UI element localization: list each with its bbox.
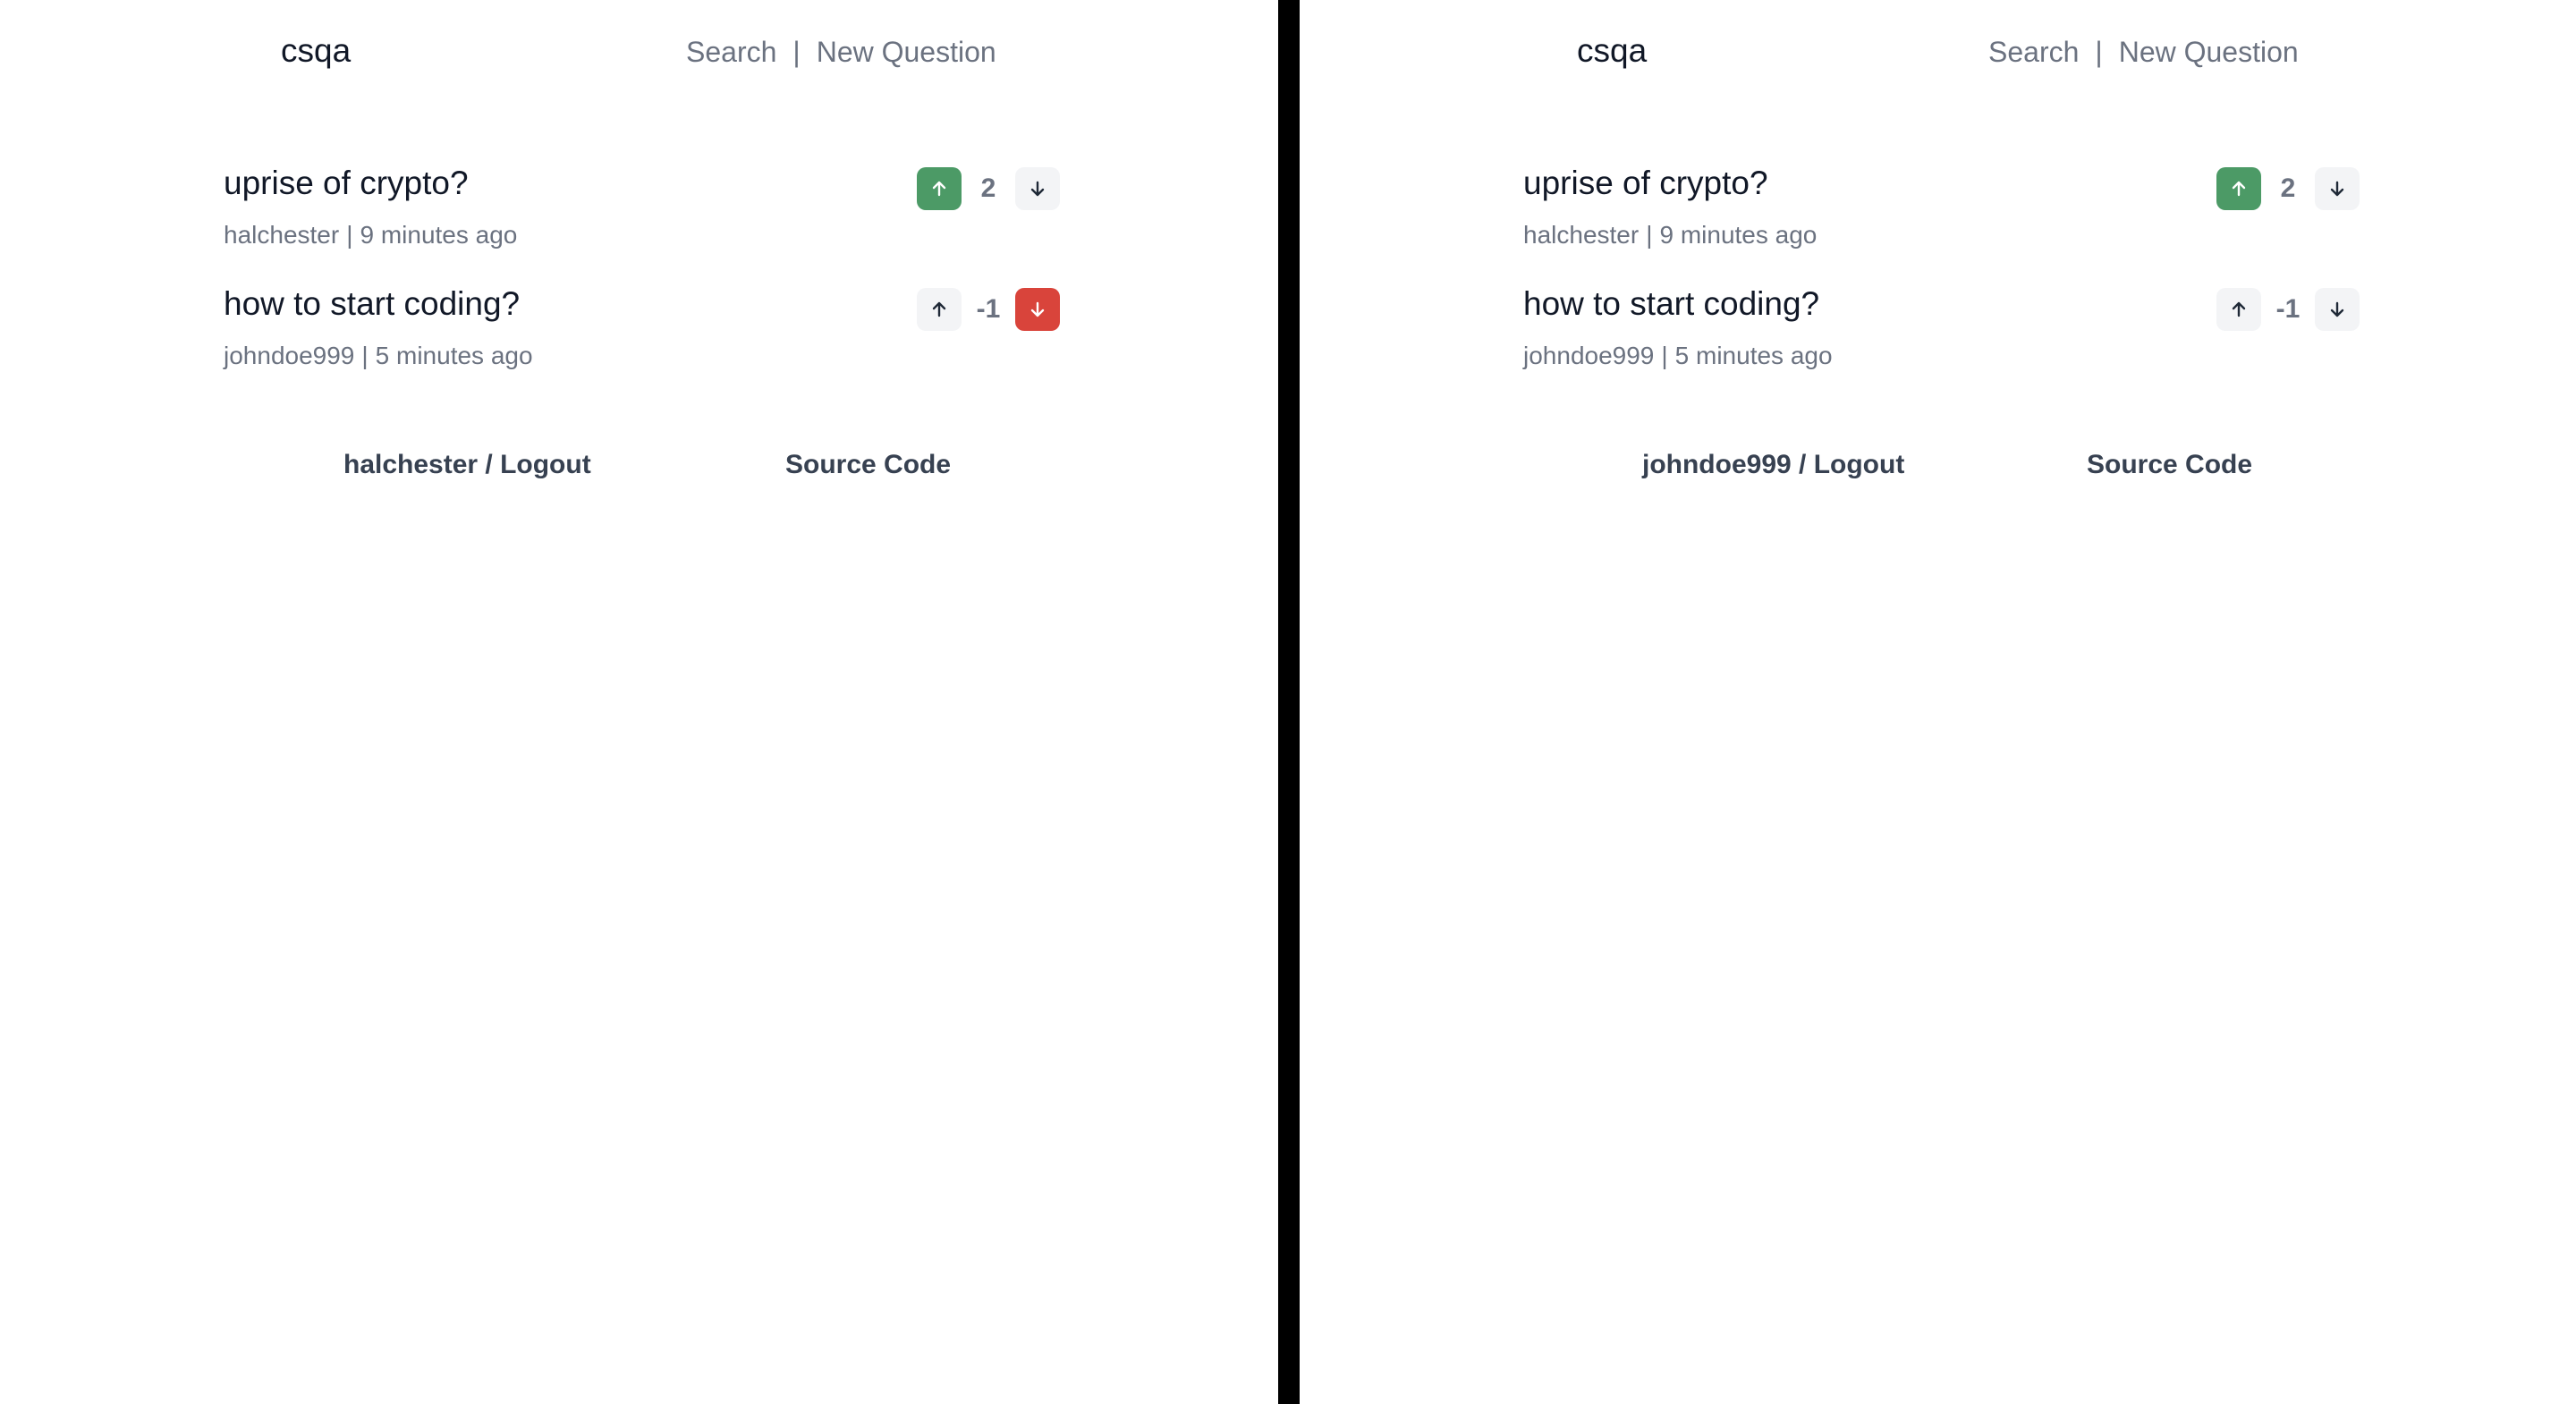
brand-logo[interactable]: csqa bbox=[281, 32, 351, 70]
question-item: uprise of crypto? halchester | 9 minutes… bbox=[224, 165, 1060, 285]
split-screen: csqa Search | New Question uprise of cry… bbox=[0, 0, 2576, 1404]
nav-search-link[interactable]: Search bbox=[686, 36, 776, 69]
meta-separator: | bbox=[361, 342, 369, 369]
meta-separator: | bbox=[346, 221, 353, 249]
upvote-button[interactable] bbox=[917, 167, 962, 210]
nav-separator: | bbox=[2095, 36, 2103, 68]
nav-separator: | bbox=[792, 36, 801, 68]
downvote-button[interactable] bbox=[2315, 288, 2360, 331]
arrow-down-icon bbox=[2330, 181, 2344, 197]
question-author: johndoe999 bbox=[224, 342, 355, 369]
question-meta: halchester | 9 minutes ago bbox=[1523, 221, 1817, 250]
question-item: how to start coding? johndoe999 | 5 minu… bbox=[224, 285, 1060, 406]
arrow-down-icon bbox=[1030, 301, 1045, 317]
question-item: uprise of crypto? halchester | 9 minutes… bbox=[1523, 165, 2360, 285]
left-pane: csqa Search | New Question uprise of cry… bbox=[0, 0, 1278, 1404]
downvote-button[interactable] bbox=[2315, 167, 2360, 210]
arrow-down-icon bbox=[1030, 181, 1045, 197]
arrow-up-icon bbox=[932, 181, 946, 197]
question-meta: johndoe999 | 5 minutes ago bbox=[1523, 342, 1833, 370]
question-title[interactable]: uprise of crypto? bbox=[224, 165, 469, 202]
user-logout-link[interactable]: halchester / Logout bbox=[343, 450, 591, 480]
downvote-button[interactable] bbox=[1015, 288, 1060, 331]
vote-count: 2 bbox=[980, 173, 996, 203]
question-title[interactable]: how to start coding? bbox=[224, 285, 520, 323]
vote-controls: 2 bbox=[2216, 167, 2360, 210]
question-title[interactable]: uprise of crypto? bbox=[1523, 165, 1768, 202]
vote-controls: 2 bbox=[917, 167, 1060, 210]
arrow-up-icon bbox=[2232, 301, 2246, 317]
pane-divider bbox=[1278, 0, 1300, 1404]
question-time: 5 minutes ago bbox=[375, 342, 533, 369]
meta-separator: | bbox=[1646, 221, 1653, 249]
question-item: how to start coding? johndoe999 | 5 minu… bbox=[1523, 285, 2360, 406]
question-author: johndoe999 bbox=[1523, 342, 1655, 369]
arrow-up-icon bbox=[932, 301, 946, 317]
right-pane: csqa Search | New Question uprise of cry… bbox=[1300, 0, 2576, 1404]
source-code-link[interactable]: Source Code bbox=[2087, 450, 2252, 480]
brand-logo[interactable]: csqa bbox=[1577, 32, 1647, 70]
vote-controls: -1 bbox=[2216, 288, 2360, 331]
upvote-button[interactable] bbox=[2216, 167, 2261, 210]
question-list: uprise of crypto? halchester | 9 minutes… bbox=[224, 165, 1060, 406]
upvote-button[interactable] bbox=[917, 288, 962, 331]
question-meta: johndoe999 | 5 minutes ago bbox=[224, 342, 533, 370]
nav-search-link[interactable]: Search bbox=[1988, 36, 2079, 69]
user-logout-link[interactable]: johndoe999 / Logout bbox=[1642, 450, 1904, 480]
question-time: 5 minutes ago bbox=[1674, 342, 1833, 369]
question-time: 9 minutes ago bbox=[360, 221, 518, 249]
nav-new-question-link[interactable]: New Question bbox=[817, 36, 996, 69]
source-code-link[interactable]: Source Code bbox=[785, 450, 951, 480]
nav-new-question-link[interactable]: New Question bbox=[2119, 36, 2299, 69]
question-list: uprise of crypto? halchester | 9 minutes… bbox=[1523, 165, 2360, 406]
top-nav: Search | New Question bbox=[686, 36, 996, 69]
question-author: halchester bbox=[1523, 221, 1640, 249]
arrow-up-icon bbox=[2232, 181, 2246, 197]
top-nav: Search | New Question bbox=[1988, 36, 2299, 69]
question-meta: halchester | 9 minutes ago bbox=[224, 221, 517, 250]
question-author: halchester bbox=[224, 221, 340, 249]
vote-count: -1 bbox=[976, 294, 1001, 324]
vote-controls: -1 bbox=[917, 288, 1060, 331]
upvote-button[interactable] bbox=[2216, 288, 2261, 331]
downvote-button[interactable] bbox=[1015, 167, 1060, 210]
vote-count: 2 bbox=[2280, 173, 2296, 203]
meta-separator: | bbox=[1661, 342, 1668, 369]
arrow-down-icon bbox=[2330, 301, 2344, 317]
vote-count: -1 bbox=[2275, 294, 2301, 324]
question-title[interactable]: how to start coding? bbox=[1523, 285, 1819, 323]
question-time: 9 minutes ago bbox=[1659, 221, 1818, 249]
